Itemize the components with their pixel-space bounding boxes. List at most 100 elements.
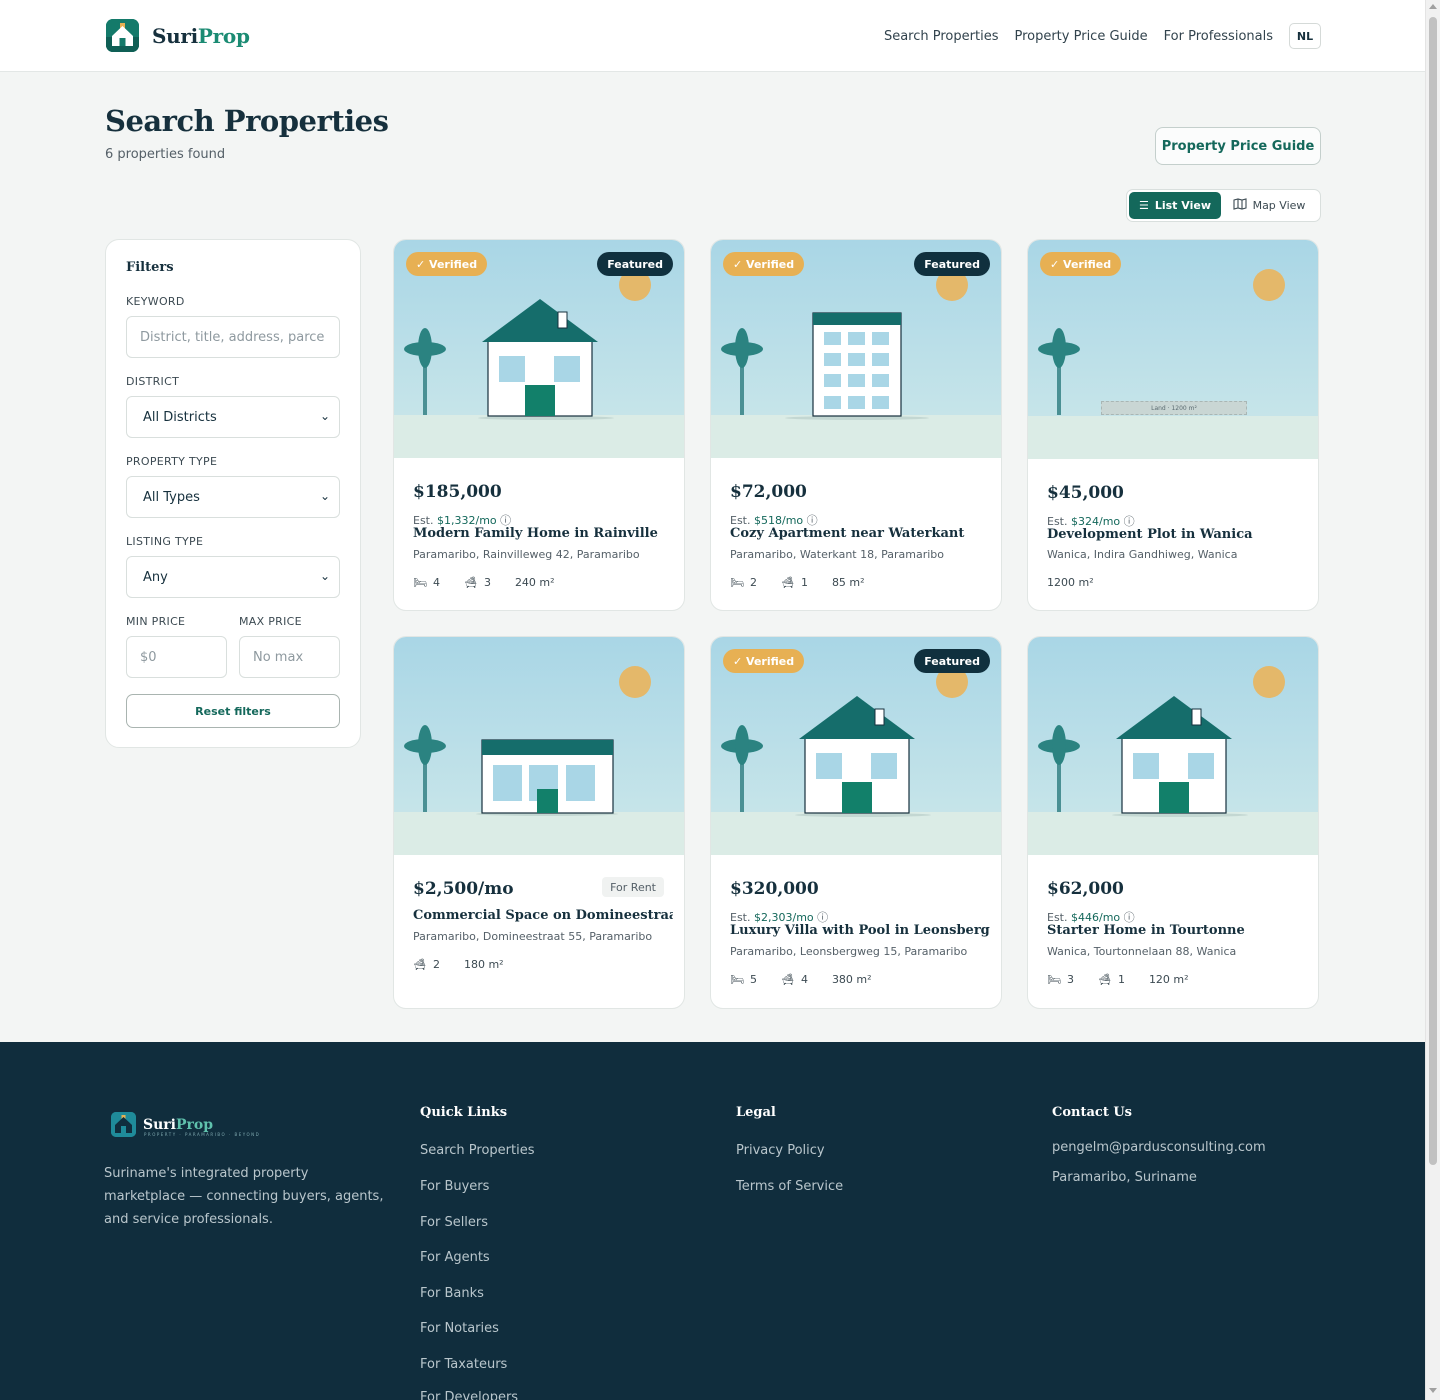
footer-link-for-taxateurs[interactable]: For Taxateurs xyxy=(420,1357,507,1372)
max-price-input[interactable]: No max xyxy=(239,636,340,678)
district-label: DISTRICT xyxy=(126,375,180,388)
commercial-building-illustration xyxy=(481,739,614,814)
list-view-button[interactable]: ☰ List View xyxy=(1129,192,1221,219)
footer-brand-name: SuriProp xyxy=(143,1116,214,1133)
footer-link-for-developers[interactable]: For Developers xyxy=(420,1390,518,1400)
footer-link-search-properties[interactable]: Search Properties xyxy=(420,1143,535,1158)
footer-link-for-agents[interactable]: For Agents xyxy=(420,1250,490,1265)
card-address: Paramaribo, Waterkant 18, Paramaribo xyxy=(730,548,944,561)
footer-description: Suriname's integrated property marketpla… xyxy=(104,1166,384,1227)
card-price: $320,000 xyxy=(730,879,819,899)
card-specs: 🛏︎ 4 🛁︎ 3 240 m² xyxy=(413,576,555,589)
contact-title: Contact Us xyxy=(1052,1105,1132,1120)
bed-icon: 🛏︎ xyxy=(1047,973,1061,986)
nav-search-properties[interactable]: Search Properties xyxy=(884,29,999,44)
footer-tagline: PROPERTY · PARAMARIBO · BEYOND xyxy=(144,1132,261,1137)
property-card[interactable]: ✓ Verified Featured $185,000 Est. $1,332… xyxy=(393,239,685,611)
villa-illustration xyxy=(799,696,915,814)
footer-link-for-notaries[interactable]: For Notaries xyxy=(420,1321,499,1336)
chevron-down-icon: ⌄ xyxy=(319,409,330,423)
scroll-up-icon[interactable] xyxy=(1429,4,1437,9)
chevron-down-icon: ⌄ xyxy=(319,569,330,583)
house-logo-icon xyxy=(111,1112,136,1137)
house-logo-icon xyxy=(106,19,139,52)
language-switch[interactable]: NL xyxy=(1289,23,1321,49)
card-price: $45,000 xyxy=(1047,483,1124,503)
filters-title: Filters xyxy=(126,260,174,275)
land-plot: Land · 1200 m² xyxy=(1101,401,1247,415)
scroll-down-icon[interactable] xyxy=(1429,1388,1437,1393)
featured-badge: Featured xyxy=(914,649,990,673)
verified-badge: ✓ Verified xyxy=(1040,252,1122,276)
main-nav: Search Properties Property Price Guide F… xyxy=(868,23,1321,49)
property-card[interactable]: ✓ Verified Featured $320,000 Est. $2,303… xyxy=(710,636,1002,1009)
keyword-label: KEYWORD xyxy=(126,295,185,308)
min-price-input[interactable]: $0 xyxy=(126,636,227,678)
for-rent-badge: For Rent xyxy=(602,877,664,897)
featured-badge: Featured xyxy=(914,252,990,276)
scroll-thumb[interactable] xyxy=(1429,17,1437,1165)
verified-badge: ✓ Verified xyxy=(723,252,805,276)
bed-icon: 🛏︎ xyxy=(730,576,744,589)
verified-badge: ✓ Verified xyxy=(723,649,805,673)
site-logo[interactable]: SuriProp xyxy=(106,19,250,52)
footer-link-for-buyers[interactable]: For Buyers xyxy=(420,1179,489,1194)
card-title[interactable]: Luxury Villa with Pool in Leonsberg xyxy=(730,923,990,938)
footer-link-terms-of-service[interactable]: Terms of Service xyxy=(736,1179,843,1194)
chevron-down-icon: ⌄ xyxy=(319,489,330,503)
card-price: $62,000 xyxy=(1047,879,1124,899)
house-illustration xyxy=(482,299,598,417)
filters-panel: Filters KEYWORD District, title, address… xyxy=(105,239,361,748)
nav-for-professionals[interactable]: For Professionals xyxy=(1164,29,1273,44)
bath-icon: 🛁︎ xyxy=(1097,973,1112,986)
list-icon: ☰ xyxy=(1138,199,1149,212)
property-card[interactable]: ✓ Verified Featured $72,000 Est. $518/mo… xyxy=(710,239,1002,611)
max-price-label: MAX PRICE xyxy=(239,615,302,628)
result-count: 6 properties found xyxy=(105,147,226,162)
nav-property-price-guide[interactable]: Property Price Guide xyxy=(1014,29,1147,44)
footer-link-privacy-policy[interactable]: Privacy Policy xyxy=(736,1143,825,1158)
card-title[interactable]: Modern Family Home in Rainville xyxy=(413,526,673,541)
bed-icon: 🛏︎ xyxy=(413,576,427,589)
card-price: $2,500/mo xyxy=(413,879,514,899)
map-view-button[interactable]: Map View xyxy=(1221,192,1317,219)
reset-filters-button[interactable]: Reset filters xyxy=(126,694,340,728)
property-illustration xyxy=(1028,637,1318,855)
page-title: Search Properties xyxy=(105,104,389,138)
card-title[interactable]: Commercial Space on Domineestraat xyxy=(413,908,673,923)
property-type-select[interactable]: All Types ⌄ xyxy=(126,476,340,518)
card-title[interactable]: Development Plot in Wanica xyxy=(1047,527,1307,542)
view-toggle: ☰ List View Map View xyxy=(1126,189,1321,222)
card-specs: 🛏︎ 5 🛁︎ 4 380 m² xyxy=(730,973,872,986)
quick-links-title: Quick Links xyxy=(420,1105,508,1120)
listing-type-select[interactable]: Any ⌄ xyxy=(126,556,340,598)
brand-name: SuriProp xyxy=(152,23,250,48)
bath-icon: 🛁︎ xyxy=(780,973,795,986)
legal-title: Legal xyxy=(736,1105,776,1120)
property-card[interactable]: $62,000 Est. $446/mo ⓘ Starter Home in T… xyxy=(1027,636,1319,1009)
card-specs: 🛁︎ 2 180 m² xyxy=(413,958,504,971)
card-price: $185,000 xyxy=(413,482,502,502)
card-title[interactable]: Starter Home in Tourtonne xyxy=(1047,923,1307,938)
verified-badge: ✓ Verified xyxy=(406,252,488,276)
footer-link-for-sellers[interactable]: For Sellers xyxy=(420,1215,488,1230)
property-price-guide-button[interactable]: Property Price Guide xyxy=(1155,127,1321,165)
footer-link-for-banks[interactable]: For Banks xyxy=(420,1286,484,1301)
district-select[interactable]: All Districts ⌄ xyxy=(126,396,340,438)
listing-type-label: LISTING TYPE xyxy=(126,535,204,548)
min-price-label: MIN PRICE xyxy=(126,615,186,628)
card-address: Wanica, Indira Gandhiweg, Wanica xyxy=(1047,548,1238,561)
card-specs: 1200 m² xyxy=(1047,576,1094,589)
page-scrollbar[interactable] xyxy=(1425,0,1440,1400)
house-illustration xyxy=(1116,696,1232,814)
property-card[interactable]: Land · 1200 m² ✓ Verified $45,000 Est. $… xyxy=(1027,239,1319,611)
bath-icon: 🛁︎ xyxy=(463,576,478,589)
contact-location: Paramaribo, Suriname xyxy=(1052,1170,1197,1185)
card-specs: 🛏︎ 2 🛁︎ 1 85 m² xyxy=(730,576,865,589)
property-card[interactable]: $2,500/mo For Rent Commercial Space on D… xyxy=(393,636,685,1009)
card-address: Paramaribo, Domineestraat 55, Paramaribo xyxy=(413,930,653,943)
keyword-input[interactable]: District, title, address, parce xyxy=(126,316,340,358)
card-address: Paramaribo, Leonsbergweg 15, Paramaribo xyxy=(730,945,968,958)
contact-email[interactable]: pengelm@pardusconsulting.com xyxy=(1052,1140,1266,1155)
card-title[interactable]: Cozy Apartment near Waterkant xyxy=(730,526,990,541)
